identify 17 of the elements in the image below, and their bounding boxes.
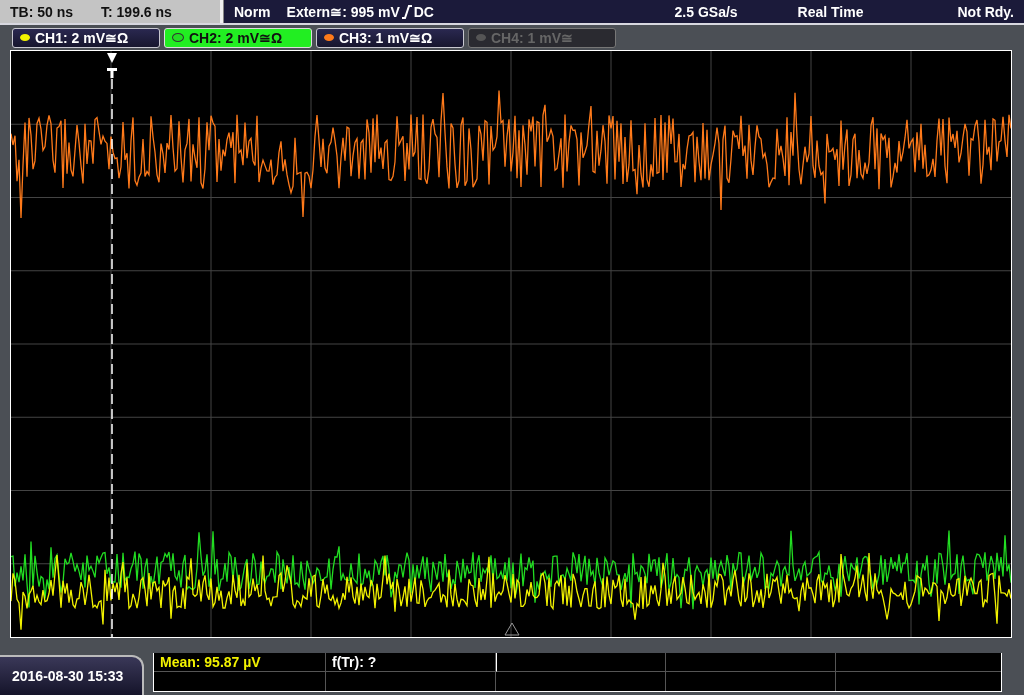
channel-tab[interactable]: CH1: 2 mV≅Ω [12,27,160,48]
timebase-label: TB: 50 ns [10,3,73,20]
timestamp-label: 2016-08-30 15:33 [0,655,144,695]
status-label: Not Rdy. [957,3,1014,20]
trigger-mode-label: Norm [234,3,271,20]
coupling-label: DC [413,3,434,20]
sample-rate-label: 2.5 GSa/s [674,3,738,20]
trigger-marker-icon[interactable] [107,53,117,78]
channel-tab[interactable]: CH2: 2 mV≅Ω [164,27,312,48]
acquisition-label: Real Time [797,3,864,20]
channel-tab[interactable]: CH3: 1 mV≅Ω [316,27,464,48]
table-cell: Mean: 95.87 µV [154,653,326,672]
table-cell: f(Tr): ? [326,653,496,672]
trigger-level-triangle-icon [504,622,520,636]
trigger-source-label: Extern≅: 995 mV [286,3,400,20]
rising-edge-icon [401,4,412,19]
trigger-time-label: T: 199.6 ns [101,3,172,20]
